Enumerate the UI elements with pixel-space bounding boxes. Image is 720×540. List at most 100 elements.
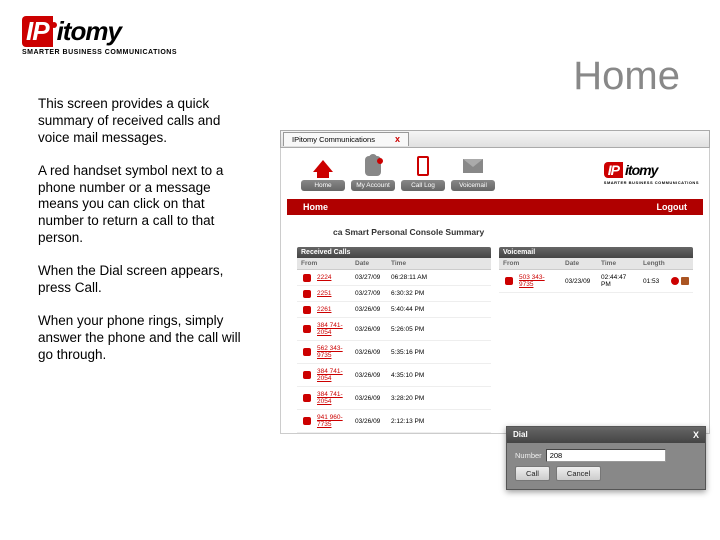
handset-icon [303, 417, 311, 425]
cell-date: 03/26/09 [351, 416, 387, 427]
logo-tagline: SMARTER BUSINESS COMMUNICATIONS [22, 49, 177, 56]
cell-from[interactable]: 2224 [297, 270, 351, 285]
paragraph: When your phone rings, simply answer the… [38, 313, 248, 364]
main-nav: Home My Account Call Log Voicemail IPito… [281, 148, 709, 195]
number-input[interactable]: 208 [546, 449, 666, 462]
logo-small: IPitomy SMARTER BUSINESS COMMUNICATIONS [604, 162, 699, 185]
cell-from[interactable]: 2251 [297, 286, 351, 301]
dial-title-text: Dial [513, 430, 528, 440]
table-header-row: From Date Time Length [499, 258, 693, 270]
tab-label: IPitomy Communications [292, 135, 375, 144]
nav-voicemail[interactable]: Voicemail [451, 154, 495, 191]
cell-time: 02:44:47 PM [597, 272, 639, 290]
paragraph: This screen provides a quick summary of … [38, 96, 248, 147]
cell-date: 03/27/09 [351, 288, 387, 299]
table-row: 503 343-973503/23/0902:44:47 PM01:53 [499, 270, 693, 293]
nav-home[interactable]: Home [301, 154, 345, 191]
logout-link[interactable]: Logout [657, 202, 688, 212]
nav-label: Voicemail [451, 180, 495, 191]
table-row: 941 960-773503/26/092:12:13 PM [297, 410, 491, 433]
cell-time: 6:30:32 PM [387, 288, 491, 299]
browser-tab[interactable]: IPitomy Communications x [283, 132, 409, 146]
table-row: 225103/27/096:30:32 PM [297, 286, 491, 302]
cell-from[interactable]: 384 741-2054 [297, 364, 351, 386]
handset-icon [303, 290, 311, 298]
summary-title: ca Smart Personal Console Summary [333, 227, 693, 237]
table-header-row: From Date Time [297, 258, 491, 270]
cell-time: 5:26:05 PM [387, 324, 491, 335]
page-title: Home [573, 54, 680, 99]
cell-date: 03/23/09 [561, 276, 597, 287]
app-frame: Home My Account Call Log Voicemail IPito… [280, 148, 710, 434]
table-row: 384 741-205403/26/094:35:10 PM [297, 364, 491, 387]
home-icon [313, 160, 333, 172]
cell-from[interactable]: 384 741-2054 [297, 318, 351, 340]
cell-time: 06:28:11 AM [387, 272, 491, 283]
close-icon[interactable]: X [693, 430, 699, 440]
paragraph: A red handset symbol next to a phone num… [38, 163, 248, 247]
app-screenshot: IPitomy Communications x Home My Account… [280, 130, 710, 500]
number-label: Number [515, 451, 542, 460]
delete-icon[interactable] [681, 277, 689, 285]
cell-from[interactable]: 941 960-7735 [297, 410, 351, 432]
cell-length: 01:53 [639, 276, 665, 287]
table-row: 222403/27/0906:28:11 AM [297, 270, 491, 286]
nav-label: Call Log [401, 180, 445, 191]
handset-icon [303, 274, 311, 282]
cell-time: 3:28:20 PM [387, 393, 491, 404]
cell-date: 03/26/09 [351, 304, 387, 315]
cell-date: 03/26/09 [351, 347, 387, 358]
logo-ip: IP [22, 16, 53, 47]
section-bar: Home Logout [287, 199, 703, 215]
paragraph: When the Dial screen appears, press Call… [38, 263, 248, 297]
cell-from[interactable]: 562 343-9735 [297, 341, 351, 363]
table-row: 384 741-205403/26/093:28:20 PM [297, 387, 491, 410]
table-title: Received Calls [297, 247, 491, 258]
logo-itomy: itomy [55, 16, 121, 47]
cell-date: 03/26/09 [351, 370, 387, 381]
body-text: This screen provides a quick summary of … [38, 96, 248, 379]
cell-date: 03/26/09 [351, 393, 387, 404]
dial-popup: Dial X Number 208 Call Cancel [506, 426, 706, 490]
handset-icon [303, 325, 311, 333]
received-calls-table: Received Calls From Date Time 222403/27/… [297, 247, 491, 433]
table-row: 226103/26/095:40:44 PM [297, 302, 491, 318]
col-date: Date [561, 258, 597, 269]
section-title: Home [303, 202, 328, 212]
cell-time: 4:35:10 PM [387, 370, 491, 381]
call-log-icon [417, 156, 429, 176]
play-icon[interactable] [671, 277, 679, 285]
voicemail-icon [463, 159, 483, 173]
cell-from[interactable]: 503 343-9735 [499, 270, 561, 292]
cell-time: 2:12:13 PM [387, 416, 491, 427]
col-date: Date [351, 258, 387, 269]
nav-my-account[interactable]: My Account [351, 154, 395, 191]
cell-time: 5:35:16 PM [387, 347, 491, 358]
col-time: Time [387, 258, 491, 269]
table-title: Voicemail [499, 247, 693, 258]
nav-label: My Account [351, 180, 395, 191]
nav-label: Home [301, 180, 345, 191]
cell-date: 03/26/09 [351, 324, 387, 335]
table-row: 562 343-973503/26/095:35:16 PM [297, 341, 491, 364]
call-button[interactable]: Call [515, 466, 550, 481]
nav-call-log[interactable]: Call Log [401, 154, 445, 191]
browser-tabbar: IPitomy Communications x [280, 130, 710, 148]
cancel-button[interactable]: Cancel [556, 466, 601, 481]
voicemail-table: Voicemail From Date Time Length 503 343-… [499, 247, 693, 433]
cell-time: 5:40:44 PM [387, 304, 491, 315]
handset-icon [303, 371, 311, 379]
cell-from[interactable]: 2261 [297, 302, 351, 317]
handset-icon [505, 277, 513, 285]
col-actions [665, 258, 693, 269]
col-length: Length [639, 258, 665, 269]
col-from: From [499, 258, 561, 269]
handset-icon [303, 394, 311, 402]
handset-icon [303, 348, 311, 356]
cell-date: 03/27/09 [351, 272, 387, 283]
col-time: Time [597, 258, 639, 269]
account-icon [365, 156, 381, 176]
cell-from[interactable]: 384 741-2054 [297, 387, 351, 409]
close-icon[interactable]: x [395, 135, 400, 144]
handset-icon [303, 306, 311, 314]
